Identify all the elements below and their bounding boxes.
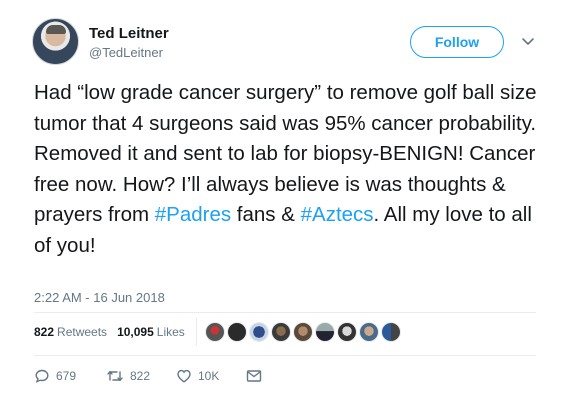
tweet-text: Had “low grade cancer surgery” to remove… [34, 78, 554, 261]
likes-count: 10,095 [117, 325, 154, 339]
retweet-count: 822 [130, 369, 151, 383]
heart-icon [177, 369, 191, 383]
engagement-stats: 822 Retweets 10,095 Likes [34, 325, 185, 339]
likes-label: Likes [156, 325, 185, 339]
liker-avatar-2[interactable] [227, 322, 247, 342]
divider [34, 312, 536, 313]
retweet-button[interactable]: 822 [106, 368, 176, 384]
retweet-icon [107, 370, 123, 382]
liker-avatar-7[interactable] [337, 322, 357, 342]
divider [34, 355, 536, 356]
hashtag-padres[interactable]: #Padres [155, 203, 231, 226]
retweets-stat[interactable]: 822 Retweets [34, 325, 107, 339]
direct-message-button[interactable] [246, 369, 266, 383]
like-count: 10K [198, 369, 220, 383]
chevron-down-icon[interactable] [521, 36, 535, 48]
tweet-timestamp[interactable]: 2:22 AM - 16 Jun 2018 [34, 290, 165, 305]
retweets-count: 822 [34, 325, 55, 339]
reply-button[interactable]: 679 [34, 368, 106, 384]
user-display-name[interactable]: Ted Leitner [89, 25, 169, 42]
liker-avatar-5[interactable] [293, 322, 313, 342]
tweet-actions: 679 822 10K [34, 368, 266, 384]
envelope-icon [246, 370, 262, 382]
liker-avatar-1[interactable] [205, 322, 225, 342]
liker-avatars [205, 322, 401, 342]
reply-icon [35, 369, 49, 383]
reply-count: 679 [56, 369, 77, 383]
liker-avatar-8[interactable] [359, 322, 379, 342]
liker-avatar-3[interactable] [249, 322, 269, 342]
likes-stat[interactable]: 10,095 Likes [117, 325, 185, 339]
user-handle[interactable]: @TedLeitner [89, 45, 163, 60]
like-button[interactable]: 10K [176, 368, 246, 384]
follow-button[interactable]: Follow [410, 26, 504, 58]
hashtag-aztecs[interactable]: #Aztecs [301, 203, 374, 226]
liker-avatar-4[interactable] [271, 322, 291, 342]
liker-avatar-9[interactable] [381, 322, 401, 342]
profile-avatar[interactable] [32, 18, 79, 65]
liker-avatar-6[interactable] [315, 322, 335, 342]
divider [196, 318, 197, 346]
tweet-text-part: fans & [231, 203, 301, 226]
retweets-label: Retweets [57, 325, 108, 339]
